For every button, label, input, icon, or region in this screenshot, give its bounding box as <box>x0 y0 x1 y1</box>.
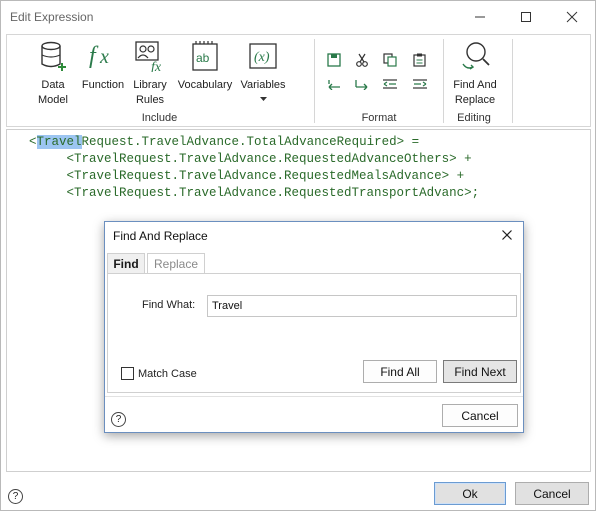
tab-find[interactable]: Find <box>107 253 145 274</box>
editing-group-label: Editing <box>457 112 491 124</box>
close-icon <box>566 11 578 23</box>
variables-x-icon: (x) <box>246 39 280 73</box>
svg-text:f: f <box>89 43 99 69</box>
code-line-4: <TravelRequest.TravelAdvance.RequestedTr… <box>29 186 480 200</box>
dialog-close-button[interactable] <box>497 226 517 246</box>
paste-icon <box>413 53 427 70</box>
close-button[interactable] <box>549 1 595 32</box>
edit-expression-window: Edit Expression Data Model f x Function … <box>0 0 596 511</box>
function-fx-icon: f x <box>86 39 120 73</box>
find-all-button[interactable]: Find All <box>363 360 437 383</box>
save-icon <box>327 52 341 70</box>
outdent-button[interactable] <box>380 75 400 95</box>
match-case-checkbox[interactable] <box>121 367 134 380</box>
find-replace-icon <box>458 39 492 73</box>
save-button[interactable] <box>324 51 344 71</box>
dialog-title: Find And Replace <box>113 229 208 243</box>
library-rules-label: Library Rules <box>133 79 167 106</box>
find-tab-panel: Find What: Match Case Find All Find Next <box>107 273 521 393</box>
code-line-3: <TravelRequest.TravelAdvance.RequestedMe… <box>29 169 465 183</box>
undo-button[interactable] <box>324 75 344 95</box>
svg-text:ab: ab <box>196 51 210 65</box>
maximize-button[interactable] <box>503 1 549 32</box>
code-text[interactable]: <TravelRequest.TravelAdvance.TotalAdvanc… <box>29 134 479 202</box>
close-icon <box>502 229 512 243</box>
code-line-2: <TravelRequest.TravelAdvance.RequestedAd… <box>29 152 472 166</box>
tab-replace[interactable]: Replace <box>147 253 205 274</box>
dialog-cancel-button[interactable]: Cancel <box>442 404 518 427</box>
svg-text:(x): (x) <box>254 50 270 65</box>
title-bar: Edit Expression <box>1 1 595 33</box>
minimize-button[interactable] <box>457 1 503 32</box>
outdent-icon <box>382 78 398 93</box>
vocabulary-button[interactable]: ab Vocabulary <box>174 39 236 93</box>
cut-button[interactable] <box>352 51 372 71</box>
window-title: Edit Expression <box>10 10 94 24</box>
ribbon-separator <box>512 39 513 123</box>
match-case-label: Match Case <box>138 368 197 380</box>
ribbon-group-editing: Find And Replace Editing <box>444 35 504 126</box>
database-add-icon <box>36 39 70 73</box>
library-rules-button[interactable]: fx Library Rules <box>130 39 170 108</box>
indent-icon <box>412 78 428 93</box>
find-and-replace-button[interactable]: Find And Replace <box>446 39 504 108</box>
redo-icon <box>354 78 370 93</box>
data-model-label: Data Model <box>38 79 68 106</box>
function-label: Function <box>81 79 125 91</box>
format-group-label: Format <box>361 112 397 124</box>
code-line-1: <TravelRequest.TravelAdvance.TotalAdvanc… <box>29 135 420 149</box>
redo-button[interactable] <box>352 75 372 95</box>
ribbon-separator <box>314 39 315 123</box>
minimize-icon <box>474 11 486 23</box>
find-what-label: Find What: <box>142 299 196 311</box>
find-next-button[interactable]: Find Next <box>443 360 517 383</box>
dialog-footer-divider <box>105 396 523 397</box>
copy-icon <box>383 52 397 70</box>
ok-button[interactable]: Ok <box>434 482 506 505</box>
paste-button[interactable] <box>410 51 430 71</box>
variables-button[interactable]: (x) Variables <box>238 39 288 105</box>
include-group-label: Include <box>141 112 178 124</box>
search-match-highlight: Travel <box>36 135 82 149</box>
find-and-replace-label: Find And Replace <box>453 79 497 106</box>
cut-icon <box>355 53 369 70</box>
indent-button[interactable] <box>410 75 430 95</box>
copy-button[interactable] <box>380 51 400 71</box>
maximize-icon <box>520 11 532 23</box>
function-button[interactable]: f x Function <box>78 39 128 93</box>
ribbon-group-include: Data Model f x Function fx Library Rules… <box>7 35 312 126</box>
ribbon-group-format: Format <box>316 35 442 126</box>
svg-text:x: x <box>99 46 109 68</box>
vocabulary-label: Vocabulary <box>177 79 233 91</box>
ribbon: Data Model f x Function fx Library Rules… <box>6 34 591 127</box>
vocabulary-notepad-icon: ab <box>188 39 222 73</box>
cancel-button[interactable]: Cancel <box>515 482 589 505</box>
undo-icon <box>326 78 342 93</box>
chevron-down-icon <box>259 91 267 105</box>
svg-text:fx: fx <box>151 60 162 72</box>
library-rules-icon: fx <box>133 39 167 73</box>
help-icon[interactable]: ? <box>8 489 23 504</box>
find-replace-dialog: Find And Replace Find Replace Find What:… <box>104 221 524 433</box>
find-what-input[interactable] <box>207 295 517 317</box>
dialog-help-icon[interactable]: ? <box>111 412 126 427</box>
data-model-button[interactable]: Data Model <box>33 39 73 108</box>
